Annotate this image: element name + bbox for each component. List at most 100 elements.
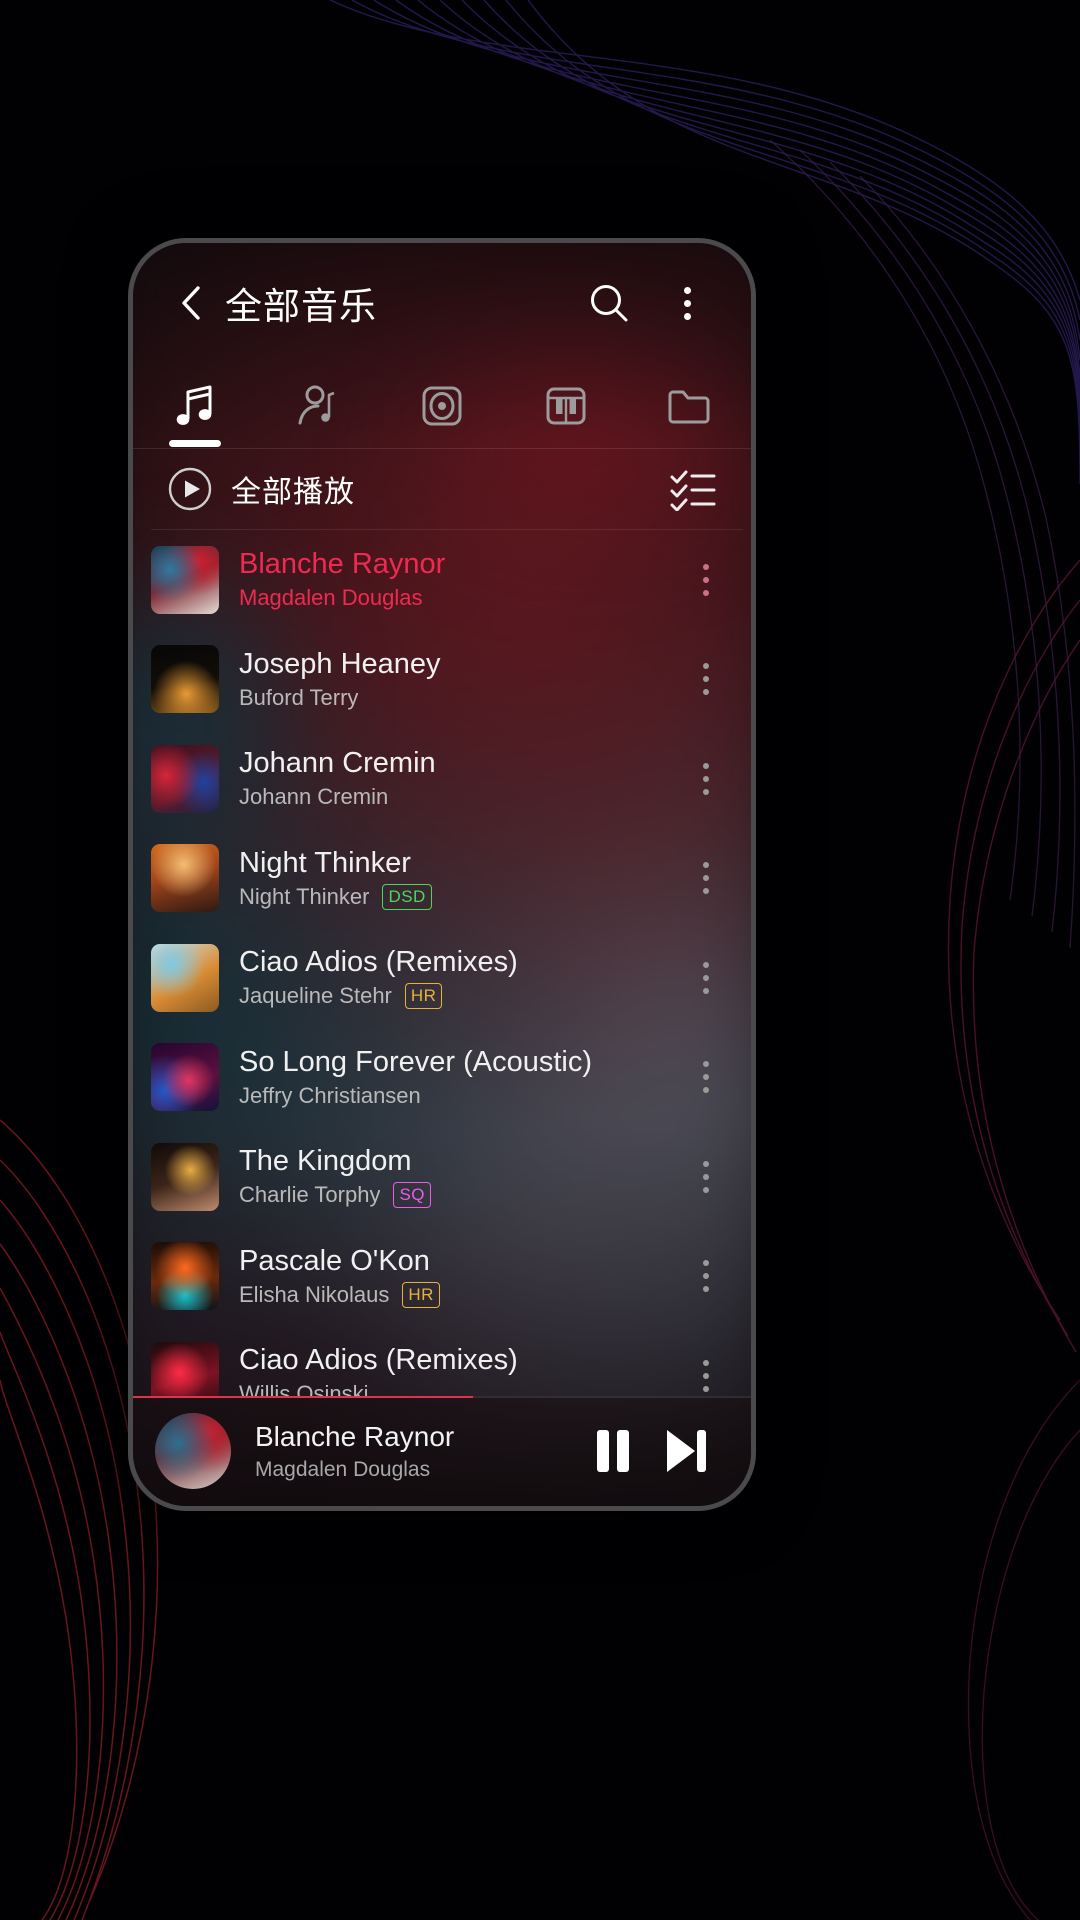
dot <box>703 888 709 895</box>
track-menu-button[interactable] <box>683 1045 729 1109</box>
track-title: Night Thinker <box>239 846 411 879</box>
track-artist: Willis Osinski <box>239 1381 369 1396</box>
piano-keys-icon <box>546 387 586 425</box>
dot <box>703 1359 709 1366</box>
track-meta: Ciao Adios (Remixes) Willis Osinski <box>239 1344 683 1396</box>
dot <box>703 663 709 670</box>
tab-artists[interactable] <box>257 363 381 449</box>
dot <box>703 1160 709 1167</box>
dot <box>703 1286 709 1293</box>
active-tab-indicator <box>168 440 221 447</box>
dot <box>703 689 709 696</box>
track-menu-button[interactable] <box>683 846 729 910</box>
track-row[interactable]: Ciao Adios (Remixes) Willis Osinski <box>133 1326 751 1396</box>
dot <box>703 1385 709 1392</box>
tab-albums[interactable] <box>380 363 504 449</box>
play-all-label: 全部播放 <box>231 476 355 509</box>
track-artist: Night Thinker <box>239 883 370 909</box>
progress-bar[interactable] <box>133 1396 751 1398</box>
track-menu-button[interactable] <box>683 747 729 811</box>
track-title: Pascale O'Kon <box>239 1244 430 1277</box>
track-artwork <box>151 1142 219 1211</box>
track-row[interactable]: Ciao Adios (Remixes) Jaqueline Stehr HR <box>133 928 751 1028</box>
overflow-menu-button[interactable] <box>659 275 715 331</box>
track-row[interactable]: Blanche Raynor Magdalen Douglas <box>133 530 751 630</box>
track-meta: The Kingdom Charlie Torphy SQ <box>239 1145 683 1209</box>
track-artwork <box>151 943 219 1012</box>
track-subline: Charlie Torphy SQ <box>239 1182 683 1209</box>
mini-player[interactable]: Blanche Raynor Magdalen Douglas <box>133 1396 751 1506</box>
track-subline: Elisha Nikolaus HR <box>239 1281 683 1308</box>
dot <box>703 1186 709 1193</box>
track-row[interactable]: The Kingdom Charlie Torphy SQ <box>133 1127 751 1227</box>
artwork-image <box>151 1142 219 1211</box>
track-artwork <box>151 744 219 813</box>
chevron-left-icon <box>182 286 200 320</box>
dot <box>703 762 709 769</box>
search-button[interactable] <box>581 275 637 331</box>
dot <box>703 1372 709 1379</box>
artwork-image <box>151 1242 219 1311</box>
next-button[interactable] <box>649 1415 721 1487</box>
artist-note-icon <box>298 385 335 425</box>
now-playing-artwork[interactable] <box>155 1413 231 1489</box>
track-subline: Jaqueline Stehr HR <box>239 983 683 1010</box>
track-subline: Magdalen Douglas <box>239 585 683 611</box>
artwork-image <box>151 844 219 913</box>
artwork-image <box>155 1413 231 1489</box>
pause-button[interactable] <box>577 1415 649 1487</box>
progress-fill <box>133 1396 473 1398</box>
now-playing-artist: Magdalen Douglas <box>255 1457 431 1481</box>
track-subline: Buford Terry <box>239 685 683 711</box>
track-artwork <box>151 844 219 913</box>
track-meta: Pascale O'Kon Elisha Nikolaus HR <box>239 1245 683 1308</box>
track-meta: Johann Cremin Johann Cremin <box>239 747 683 810</box>
dot <box>703 563 709 570</box>
back-button[interactable] <box>169 281 213 325</box>
dot <box>703 987 709 994</box>
dot <box>703 1087 709 1094</box>
tab-songs[interactable] <box>133 363 257 449</box>
dot <box>683 299 691 307</box>
track-artist: Charlie Torphy <box>239 1182 381 1208</box>
track-artwork <box>151 1043 219 1112</box>
now-playing-info: Blanche Raynor Magdalen Douglas <box>255 1421 577 1482</box>
track-row[interactable]: Joseph Heaney Buford Terry <box>133 630 751 730</box>
track-title: Ciao Adios (Remixes) <box>239 1344 518 1377</box>
track-title: Blanche Raynor <box>239 548 446 581</box>
track-artist: Jeffry Christiansen <box>239 1082 421 1108</box>
track-title: Johann Cremin <box>239 747 436 780</box>
tab-genres[interactable] <box>504 363 628 449</box>
track-row[interactable]: Night Thinker Night Thinker DSD <box>133 829 751 929</box>
track-artwork <box>151 1341 219 1396</box>
track-menu-button[interactable] <box>683 1145 729 1209</box>
play-circle-icon <box>168 467 212 511</box>
track-artwork <box>151 1242 219 1311</box>
skip-next-icon <box>667 1430 706 1472</box>
dot <box>703 589 709 596</box>
track-artist: Magdalen Douglas <box>239 585 423 611</box>
track-row[interactable]: So Long Forever (Acoustic) Jeffry Christi… <box>133 1028 751 1128</box>
pause-icon <box>597 1430 629 1472</box>
tab-folders[interactable] <box>627 363 751 449</box>
dot <box>703 676 709 683</box>
track-menu-button[interactable] <box>683 946 729 1010</box>
track-row[interactable]: Johann Cremin Johann Cremin <box>133 729 751 829</box>
track-menu-button[interactable] <box>683 1244 729 1308</box>
track-list[interactable]: Blanche Raynor Magdalen Douglas Joseph Hea… <box>133 530 751 1396</box>
track-menu-button[interactable] <box>683 548 729 612</box>
track-artwork <box>151 545 219 614</box>
track-row[interactable]: Pascale O'Kon Elisha Nikolaus HR <box>133 1227 751 1327</box>
dot <box>703 788 709 795</box>
dot <box>683 286 691 294</box>
play-all-bar[interactable]: 全部播放 <box>133 449 751 529</box>
track-meta: Joseph Heaney Buford Terry <box>239 648 683 711</box>
now-playing-title: Blanche Raynor <box>255 1420 455 1452</box>
checklist-icon[interactable] <box>669 467 717 511</box>
quality-badge: HR <box>404 983 443 1010</box>
dot <box>703 576 709 583</box>
track-title: Joseph Heaney <box>239 647 441 680</box>
track-menu-button[interactable] <box>683 647 729 711</box>
track-menu-button[interactable] <box>683 1344 729 1396</box>
track-subline: Jeffry Christiansen <box>239 1083 683 1109</box>
